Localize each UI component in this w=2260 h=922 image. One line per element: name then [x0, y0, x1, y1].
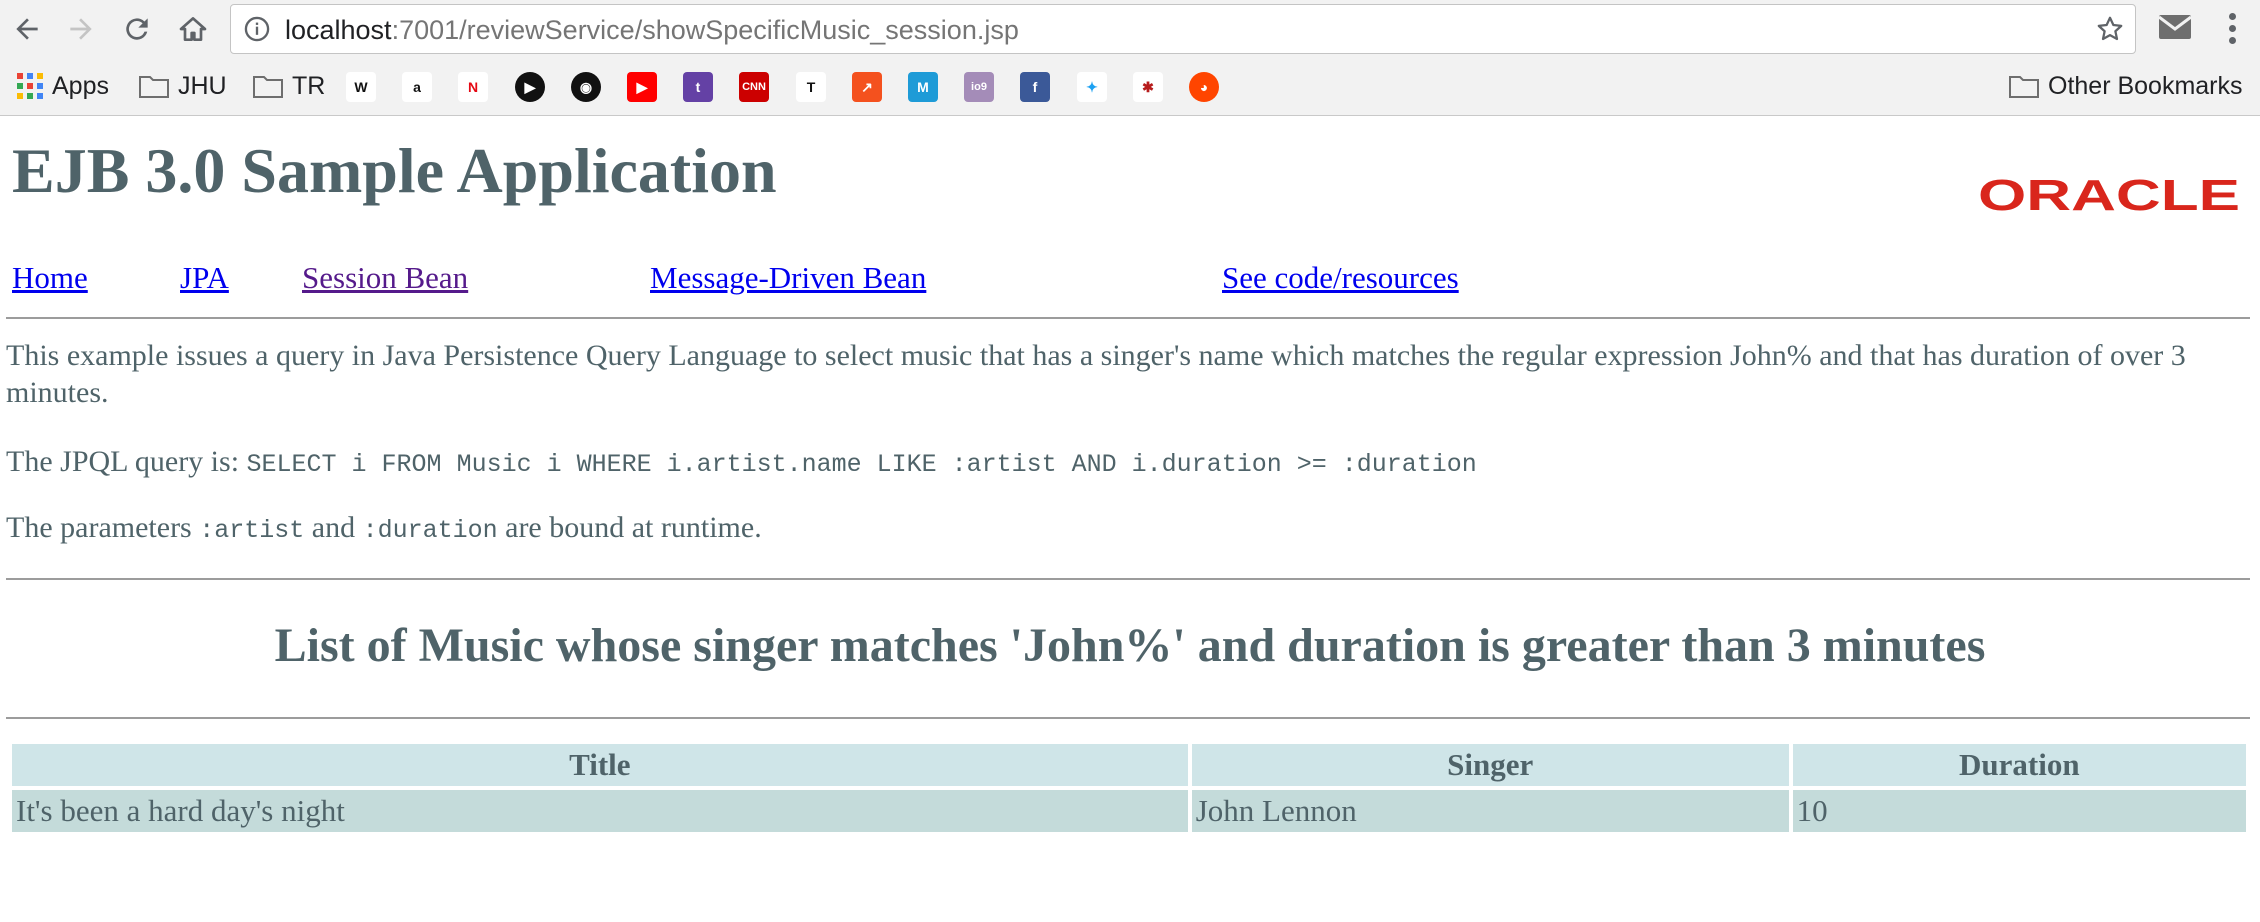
query-label: The JPQL query is: — [6, 445, 247, 478]
url-path: :7001/reviewService/showSpecificMusic_se… — [391, 15, 1019, 45]
param-artist-code: :artist — [199, 516, 305, 545]
bookmark-folder-jhu[interactable]: JHU — [138, 69, 227, 103]
menu-dot — [2228, 36, 2236, 44]
table-row: It's been a hard day's night John Lennon… — [12, 790, 2246, 832]
arrow-right-icon — [70, 18, 92, 40]
nav-session-bean-link[interactable]: Session Bean — [302, 260, 468, 296]
home-button[interactable] — [170, 6, 216, 52]
params-prefix: The parameters — [6, 511, 200, 544]
menu-dot — [2228, 12, 2236, 20]
params-suffix: are bound at runtime. — [497, 511, 762, 544]
back-button[interactable] — [4, 6, 50, 52]
bookmark-label: JHU — [178, 71, 227, 100]
nav-see-code-link[interactable]: See code/resources — [1222, 260, 1459, 296]
twitter-icon[interactable]: ✦ — [1077, 72, 1107, 102]
reload-button[interactable] — [114, 6, 160, 52]
parameters-paragraph: The parameters :artist and :duration are… — [6, 509, 2254, 549]
column-header-duration: Duration — [1792, 744, 2246, 786]
mail-icon[interactable] — [2157, 12, 2193, 42]
apps-grid-icon — [17, 73, 43, 99]
query-paragraph: The JPQL query is: SELECT i FROM Music i… — [6, 443, 2254, 483]
bookmark-label: Apps — [52, 71, 109, 100]
nav-home-link[interactable]: Home — [12, 260, 88, 296]
divider — [6, 317, 2250, 319]
reddit-icon[interactable]: ◕ — [1189, 72, 1219, 102]
url-text[interactable]: localhost:7001/reviewService/showSpecifi… — [285, 15, 1019, 45]
bookmarks-bar: Apps JHU TR Wa N ▶ ◉ ▶ t CNN T ↗ Mio9 f ✦ ✱ ◕ Other B… — [0, 64, 2260, 108]
bookmark-label: Other Bookmarks — [2048, 71, 2243, 100]
play-circle-icon[interactable]: ▶ — [515, 72, 545, 102]
oracle-logo: ORACLE — [1978, 172, 2240, 216]
column-header-title: Title — [12, 744, 1188, 786]
table-header-row: Title Singer Duration — [12, 744, 2246, 786]
forward-button[interactable] — [58, 6, 104, 52]
spider-icon[interactable]: ✱ — [1133, 72, 1163, 102]
divider — [6, 578, 2250, 580]
facebook-icon[interactable]: f — [1020, 72, 1050, 102]
arrow-left-icon — [16, 18, 38, 40]
folder-icon — [139, 76, 169, 98]
page-title: EJB 3.0 Sample Application — [12, 135, 777, 206]
io9-icon[interactable]: io9 — [964, 72, 994, 102]
wikipedia-icon[interactable]: W — [346, 72, 376, 102]
cell-singer: John Lennon — [1191, 790, 1789, 832]
bookmark-folder-tr[interactable]: TR — [252, 69, 325, 103]
nav-message-driven-bean-link[interactable]: Message-Driven Bean — [650, 260, 926, 296]
address-bar[interactable]: localhost:7001/reviewService/showSpecifi… — [230, 4, 2136, 54]
trending-icon[interactable]: ↗ — [852, 72, 882, 102]
param-duration-code: :duration — [362, 516, 498, 545]
medium-icon[interactable]: M — [908, 72, 938, 102]
bookmark-label: TR — [292, 71, 326, 100]
bookmark-other-bookmarks[interactable]: Other Bookmarks — [2008, 69, 2243, 103]
browser-chrome: localhost:7001/reviewService/showSpecifi… — [0, 0, 2260, 116]
youtube-icon[interactable]: ▶ — [627, 72, 657, 102]
cell-duration: 10 — [1792, 790, 2246, 832]
home-icon — [179, 17, 207, 41]
params-and: and — [304, 511, 363, 544]
divider — [6, 717, 2250, 719]
bookmark-star-icon[interactable] — [2095, 14, 2125, 44]
nytimes-icon[interactable]: T — [796, 72, 826, 102]
netflix-icon[interactable]: N — [458, 72, 488, 102]
oracle-logo-text: ORACLE — [1978, 172, 2240, 216]
info-icon[interactable] — [243, 15, 271, 43]
cnn-icon[interactable]: CNN — [739, 72, 769, 102]
twitch-icon[interactable]: t — [683, 72, 713, 102]
folder-icon — [2009, 76, 2039, 98]
record-circle-icon[interactable]: ◉ — [571, 72, 601, 102]
url-host: localhost — [285, 15, 392, 45]
intro-paragraph: This example issues a query in Java Pers… — [6, 339, 2186, 409]
cell-title: It's been a hard day's night — [12, 790, 1188, 832]
amazon-icon[interactable]: a — [402, 72, 432, 102]
bookmark-apps[interactable]: Apps — [16, 69, 109, 103]
list-title: List of Music whose singer matches 'John… — [274, 619, 1986, 672]
column-header-singer: Singer — [1191, 744, 1789, 786]
folder-icon — [253, 76, 283, 98]
nav-jpa-link[interactable]: JPA — [180, 260, 229, 296]
browser-menu-button[interactable] — [2212, 8, 2252, 48]
jpql-query-code: SELECT i FROM Music i WHERE i.artist.nam… — [246, 450, 1477, 479]
music-table: Title Singer Duration It's been a hard d… — [8, 740, 2250, 836]
menu-dot — [2228, 24, 2236, 32]
reload-icon — [126, 18, 148, 40]
